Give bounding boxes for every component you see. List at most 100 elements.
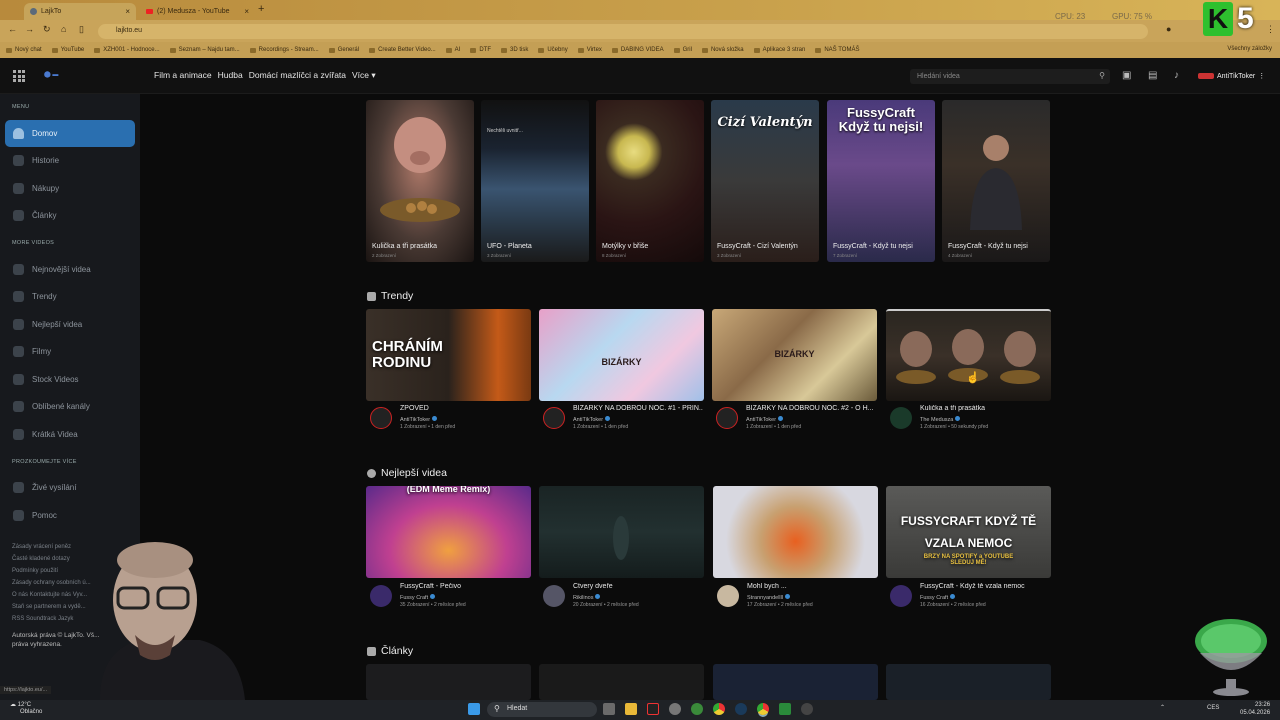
video-title[interactable]: ZPOVĚĎ — [400, 405, 530, 412]
apps-grid-icon[interactable] — [13, 70, 25, 82]
sidebar-item-oblibene[interactable]: Oblíbené kanály — [5, 393, 135, 420]
search-input[interactable]: Hledání videa ⚲ — [910, 69, 1110, 84]
bookmark-item[interactable]: Aplikace 3 stran — [753, 47, 805, 53]
short-video-card[interactable]: Nechtěli uvnitř... UFO - Planeta 3 Zobra… — [481, 100, 589, 262]
channel-name[interactable]: AntiTikToker — [746, 416, 784, 423]
video-thumbnail[interactable] — [886, 309, 1051, 401]
bookmark-item[interactable]: DABING VIDEA — [611, 47, 664, 53]
play-icon[interactable] — [779, 703, 791, 715]
video-thumbnail[interactable]: BIZÁRKY — [712, 309, 877, 401]
nav-hudba[interactable]: Hudba — [218, 70, 243, 81]
obs-icon[interactable] — [801, 703, 813, 715]
short-video-card[interactable]: Kulička a tři prasátka 2 Zobrazení — [366, 100, 474, 262]
video-title[interactable]: Čtvery dveře — [573, 583, 703, 590]
sidebar-item-filmy[interactable]: Filmy — [5, 338, 135, 365]
channel-name[interactable]: Rikilinos — [573, 594, 601, 601]
video-thumbnail[interactable]: CHRÁNÍM RODINU — [366, 309, 531, 401]
video-thumbnail[interactable] — [539, 486, 704, 578]
sidebar-item-nejnovejsi[interactable]: Nejnovější videa — [5, 256, 135, 283]
all-bookmarks-link[interactable]: Všechny záložky — [1227, 46, 1272, 52]
sidebar-item-pomoc[interactable]: Pomoc — [5, 502, 135, 529]
video-thumbnail[interactable]: (EDM Meme Remix) — [366, 486, 531, 578]
article-thumbnail[interactable] — [886, 664, 1051, 700]
video-title[interactable]: BIZÁRKY NA DOBROU NOC. #2 - O H... — [746, 405, 876, 412]
chrome-icon[interactable] — [713, 703, 725, 715]
extension-icon[interactable]: ● — [1166, 24, 1171, 34]
steam-icon[interactable] — [735, 703, 747, 715]
site-logo[interactable]: ⬤ ▬ — [44, 71, 58, 78]
short-video-card[interactable]: Motýlky v břiše 8 Zobrazení — [596, 100, 704, 262]
article-thumbnail[interactable] — [366, 664, 531, 700]
video-thumbnail[interactable] — [713, 486, 878, 578]
url-input[interactable]: lajkto.eu — [98, 24, 1148, 39]
sidebar-item-trendy[interactable]: Trendy — [5, 283, 135, 310]
start-windows-icon[interactable] — [468, 703, 480, 715]
xbox-icon[interactable] — [691, 703, 703, 715]
bookmark-item[interactable]: NAŠ TOMÁŠ — [815, 47, 859, 53]
short-video-card[interactable]: FussyCraft - Když tu nejsi 4 Zobrazení — [942, 100, 1050, 262]
avatar[interactable] — [716, 407, 738, 429]
chrome-active-icon[interactable] — [757, 703, 769, 715]
messages-icon[interactable]: ▤ — [1148, 70, 1157, 81]
sidebar-toggle-icon[interactable]: ▯ — [79, 24, 84, 35]
avatar[interactable] — [370, 407, 392, 429]
new-tab-button[interactable]: + — [258, 3, 264, 15]
article-thumbnail[interactable] — [713, 664, 878, 700]
back-icon[interactable]: ← — [8, 24, 17, 34]
tray-chevron-icon[interactable]: ⌃ — [1160, 704, 1165, 711]
user-menu[interactable]: AntiTikToker ⋮ — [1198, 72, 1265, 80]
home-icon[interactable]: ⌂ — [61, 24, 66, 34]
close-tab-icon[interactable]: × — [125, 7, 130, 16]
sidebar-item-stock[interactable]: Stock Videos — [5, 366, 135, 393]
weather-widget[interactable]: ☁ 12°C Oblačno — [10, 702, 42, 716]
video-thumbnail[interactable]: BIZÁRKY — [539, 309, 704, 401]
video-title[interactable]: FussyCraft - Pečivo — [400, 583, 530, 590]
video-title[interactable]: FussyCraft - Když tě vzala nemoc — [920, 583, 1050, 590]
bookmark-item[interactable]: Seznam – Najdu tam... — [169, 47, 240, 53]
channel-name[interactable]: AntiTikToker — [400, 416, 438, 423]
channel-name[interactable]: Fussy Craft — [920, 594, 956, 601]
short-video-card[interactable]: Cizí Valentýn FussyCraft - Cizí Valentýn… — [711, 100, 819, 262]
bookmark-item[interactable]: YouTube — [51, 47, 84, 53]
article-thumbnail[interactable] — [539, 664, 704, 700]
channel-name[interactable]: The Medusza — [920, 416, 961, 423]
sidebar-item-nakupy[interactable]: Nákupy — [5, 175, 135, 202]
bookmark-item[interactable]: Učebny — [538, 47, 568, 53]
browser-tab-youtube[interactable]: (2) Medusza - YouTube × — [140, 3, 255, 20]
bookmark-item[interactable]: 3D tisk — [501, 47, 528, 53]
avatar[interactable] — [717, 585, 739, 607]
nav-film-a-animace[interactable]: Film a animace — [154, 70, 212, 81]
short-video-card[interactable]: FussyCraft Když tu nejsi! FussyCraft - K… — [827, 100, 935, 262]
sidebar-item-clanky[interactable]: Články — [5, 202, 135, 229]
settings-icon[interactable] — [669, 703, 681, 715]
task-view-icon[interactable] — [603, 703, 615, 715]
bookmark-item[interactable]: Nová složka — [701, 47, 744, 53]
bookmark-item[interactable]: Generál — [328, 47, 359, 53]
sidebar-item-historie[interactable]: Historie — [5, 147, 135, 174]
browser-menu-icon[interactable]: ⋮ — [1266, 24, 1275, 35]
sidebar-item-kratka[interactable]: Krátká Videa — [5, 421, 135, 448]
avatar[interactable] — [890, 585, 912, 607]
avatar[interactable] — [543, 585, 565, 607]
avatar[interactable] — [370, 585, 392, 607]
language-indicator[interactable]: CES — [1207, 705, 1219, 711]
video-title[interactable]: Kulička a tři prasátka — [920, 405, 1050, 412]
avatar[interactable] — [890, 407, 912, 429]
search-icon[interactable]: ⚲ — [1099, 71, 1105, 80]
video-title[interactable]: Mohl bych ... — [747, 583, 877, 590]
sidebar-item-domov[interactable]: Domov — [5, 120, 135, 147]
file-explorer-icon[interactable] — [625, 703, 637, 715]
bookmark-item[interactable]: XZH001 - Hodnoce... — [94, 47, 160, 53]
nav-domaci-mazlicci[interactable]: Domácí mazlíčci a zvířata — [249, 70, 346, 81]
bookmark-item[interactable]: Create Better Video... — [369, 47, 436, 53]
channel-name[interactable]: AntiTikToker — [573, 416, 611, 423]
taskbar-search[interactable]: ⚲ Hledat — [487, 702, 597, 717]
tiktok-icon[interactable] — [647, 703, 659, 715]
bookmark-item[interactable]: DTF — [470, 47, 491, 53]
channel-name[interactable]: Strannyandellll — [747, 594, 791, 601]
notifications-bell-icon[interactable]: ♪ — [1174, 70, 1179, 81]
close-tab-icon[interactable]: × — [244, 7, 249, 16]
reload-icon[interactable]: ↻ — [43, 24, 51, 35]
bookmark-item[interactable]: Nový chat — [6, 47, 42, 53]
bookmark-item[interactable]: Virtex — [577, 47, 602, 53]
